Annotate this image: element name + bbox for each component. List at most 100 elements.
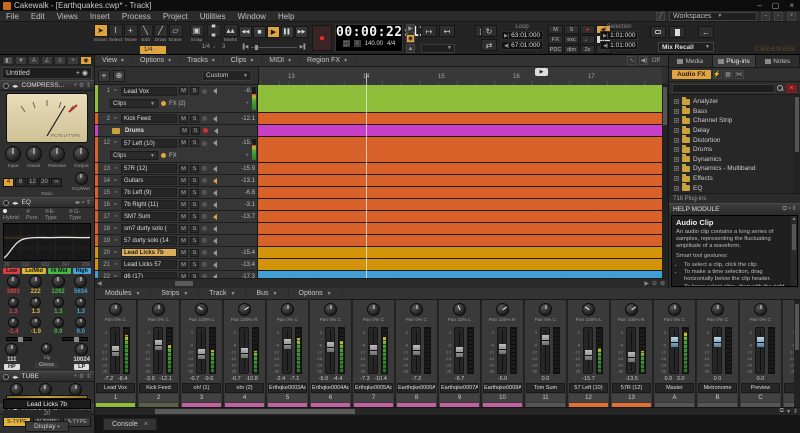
volume-readout[interactable]: -7.2 (396, 375, 437, 383)
low-shelf-slider[interactable] (6, 337, 32, 341)
expand-icon[interactable]: + (674, 147, 679, 152)
minimize-button[interactable]: – (757, 1, 761, 10)
fast-forward-button[interactable]: ▶▶ (295, 26, 308, 38)
hp-filter-knob[interactable]: 111HP (4, 343, 20, 370)
track-name[interactable]: 57R (12) (121, 164, 177, 173)
audio-clip[interactable] (258, 247, 662, 258)
metronome-button[interactable]: ▲ (406, 44, 415, 53)
menu-item[interactable]: File (0, 12, 25, 21)
menu-item[interactable]: Process (116, 12, 157, 21)
screenset-icon[interactable]: ╱ (656, 12, 665, 21)
knob[interactable] (73, 146, 89, 162)
menu-icon[interactable]: ▾ (787, 408, 790, 415)
clip-lane[interactable] (258, 85, 662, 112)
fader-cap[interactable] (713, 336, 722, 348)
menu-item[interactable]: Insert (84, 12, 116, 21)
mute-button[interactable]: M (179, 213, 188, 221)
arm-button[interactable]: ◉ (406, 34, 415, 43)
input-echo-icon[interactable] (210, 140, 217, 146)
eq-q-knob[interactable]: 1.3 (75, 297, 86, 315)
mute-button[interactable]: M (179, 261, 188, 269)
clip-lane[interactable] (258, 259, 662, 270)
console-strip[interactable]: Pan 33% L 0 - -6 -12 -18 -24 -36 -6.7 Ea… (439, 300, 481, 407)
track-header[interactable]: 20 ≈ Lead Licks 7b M S -15.4 ▼ (95, 247, 258, 258)
track-row[interactable]: 1 ≈ Lead Vox M S -8.4 Clips▼ FX (2) (95, 85, 662, 113)
volume-fader[interactable] (583, 327, 593, 374)
volume-readout[interactable]: 0.0 (740, 375, 781, 383)
record-arm-icon[interactable] (202, 238, 207, 243)
pan-knob[interactable] (539, 303, 552, 316)
mix-module-button[interactable]: 2x (580, 45, 595, 54)
volume-readout[interactable]: -15.7 (568, 375, 609, 383)
mute-button[interactable]: M (179, 139, 188, 147)
trackview-menu[interactable]: Region FX▼ (300, 57, 356, 64)
track-header[interactable]: 17 ≈ SM7 Sum M S -13.7 ▼ + (95, 211, 258, 222)
mute-button[interactable]: M (179, 115, 188, 123)
solo-button[interactable]: S (190, 115, 199, 123)
clip-lane[interactable] (258, 163, 662, 174)
audio-clip[interactable] (258, 271, 662, 278)
fader-cap[interactable] (670, 336, 679, 348)
strip-name[interactable]: Erthqke0003AdKi (268, 383, 307, 393)
mute-button[interactable]: M (179, 249, 188, 257)
hscroll-thumb[interactable] (155, 409, 355, 414)
volume-readout[interactable]: 0.0 (525, 375, 566, 383)
eq-mode-radio[interactable]: E-Type (45, 209, 66, 221)
plugin-folder-item[interactable]: + Dynamics - Multiband (669, 164, 800, 174)
pc-curve-icon[interactable]: ∠ (41, 56, 53, 65)
clip-lane[interactable] (258, 223, 662, 234)
track-volume[interactable]: -13.4 (241, 262, 257, 268)
console-strip[interactable]: Pan 0% C 0 - -6 -12 -18 -24 -36 0.0 Tom … (525, 300, 567, 407)
track-header[interactable]: 12 ≈ 57 Left (10) M S -15.7 Clips▼ FX (95, 137, 258, 162)
loop-start[interactable]: ▶|63:01:000 (501, 31, 543, 40)
record-arm-icon[interactable] (202, 250, 207, 255)
clip-lane[interactable] (258, 175, 662, 186)
strip-name[interactable]: Earthqke0006Ad1 (397, 383, 436, 393)
fader-cap[interactable] (627, 351, 636, 363)
clip-lane[interactable] (258, 235, 662, 246)
console-strip[interactable]: Pan 100% R 0 - -6 -12 -18 -24 -36 -5.0 E… (482, 300, 524, 407)
position-slider[interactable]: ▐◀ ▶▌ (241, 44, 307, 50)
fader-cap[interactable] (240, 347, 249, 359)
loop-toggle-button[interactable]: ↻ (481, 25, 497, 37)
console-strip[interactable]: Pan 0% C 0 - -6 -12 -18 -24 -36 -3.9 -12… (138, 300, 180, 407)
solo-button[interactable]: S (190, 177, 199, 185)
console-strip[interactable]: Pan 100% R 0 - -6 -12 -18 -24 -36 -0.7 -… (224, 300, 266, 407)
fx-power-icon[interactable] (161, 153, 166, 158)
clip-lane[interactable] (258, 271, 662, 278)
console-menu[interactable]: Track▼ (199, 290, 246, 297)
volume-fader[interactable] (239, 327, 249, 374)
time-format-icon[interactable]: ◫ (343, 40, 350, 47)
fader-cap[interactable] (584, 349, 593, 361)
track-name[interactable]: Lead Vox (121, 87, 177, 96)
clip-lane[interactable] (258, 125, 662, 136)
trackview-menu[interactable]: MIDI▼ (262, 57, 300, 64)
strip-name[interactable]: Erthqke0005AdHi (354, 383, 393, 393)
clip-lane[interactable] (258, 247, 662, 258)
eq-band-label[interactable]: Low (3, 268, 20, 274)
solo-button[interactable]: S (190, 213, 199, 221)
echo-off-label[interactable]: Off (651, 57, 660, 64)
console-vscrollbar[interactable] (794, 300, 800, 407)
fader-cap[interactable] (756, 336, 765, 348)
plugin-folder-item[interactable]: + Analyzer (669, 97, 800, 107)
clip-lane[interactable] (258, 187, 662, 198)
volume-readout[interactable]: -7.2 -8.4 (95, 375, 136, 383)
time-signature[interactable]: 4/4 (387, 41, 395, 47)
volume-fader[interactable] (325, 327, 335, 374)
pan-knob[interactable] (625, 303, 638, 316)
pc-flip-icon[interactable]: ◧ (2, 56, 14, 65)
ratio-button[interactable]: 4 (3, 178, 14, 187)
trackview-menu[interactable]: Options▼ (133, 57, 180, 64)
add-track-button[interactable]: + (98, 70, 110, 82)
snap-resolution[interactable]: 1/4 (202, 44, 210, 50)
console-strip[interactable]: Pan 0% C 0 - -6 -12 -18 -24 -36 0.0 3.0 … (654, 300, 696, 407)
solo-button[interactable]: S (191, 127, 200, 135)
browser-tab[interactable]: Notes (756, 55, 800, 67)
solo-button[interactable]: S (190, 189, 199, 197)
console-strip[interactable]: Pan 0% C 0 - -6 -12 -18 -24 -36 0.0 Prev… (740, 300, 782, 407)
volume-readout[interactable]: -7.3 -10.4 (353, 375, 394, 383)
pan-knob[interactable] (238, 303, 251, 316)
clips-dropdown[interactable]: Clips▼ (110, 151, 158, 160)
help-scrollbar[interactable]: ▲ (791, 216, 797, 286)
